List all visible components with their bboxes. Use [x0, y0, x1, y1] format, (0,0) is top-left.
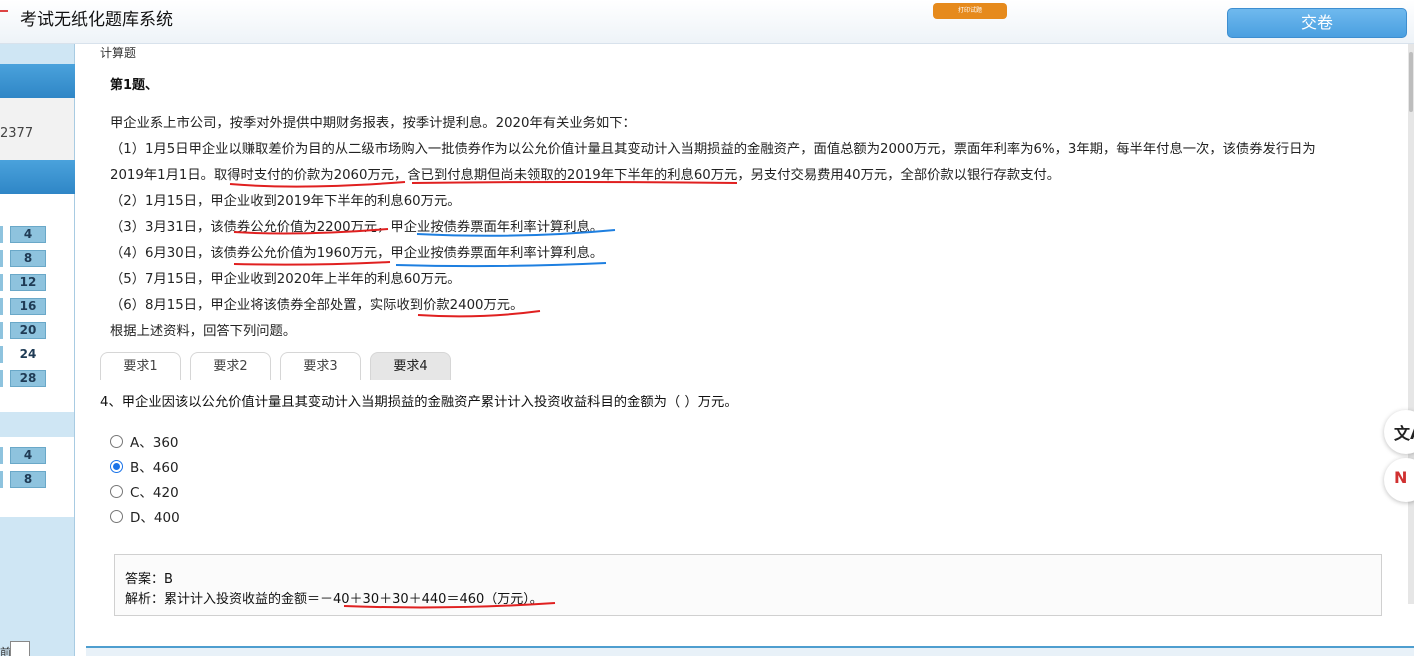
print-button[interactable]: 打印试题	[933, 3, 1007, 19]
question-number-edge	[0, 346, 3, 363]
question-number-button[interactable]: 24	[10, 346, 46, 363]
stem-line: （5）7月15日，甲企业收到2020年上半年的利息60万元。	[110, 272, 461, 287]
sidebar-section-bar	[0, 160, 75, 194]
option-c-radio[interactable]	[110, 484, 123, 498]
question-number-button[interactable]: 4	[10, 447, 46, 464]
option-a-label: A、360	[130, 435, 179, 451]
tab-requirement-4[interactable]: 要求4	[370, 352, 451, 380]
sidebar-header-bar	[0, 64, 75, 98]
question-number-button[interactable]: 4	[10, 226, 46, 243]
stem-line: （1）1月5日甲企业以赚取差价为目的从二级市场购入一批债券作为以公允价值计量且其…	[110, 142, 1316, 157]
question-number-edge	[0, 298, 3, 315]
question-nav-sidebar: 2377 4 8 12 16 20 24 28 48 前	[0, 44, 75, 656]
stem-line: （3）3月31日，该债券公允价值为2200万元，甲企业按债券票面年利率计算利息。	[110, 220, 604, 235]
app-title: 考试无纸化题库系统	[20, 10, 173, 30]
question-number-button[interactable]: 20	[10, 322, 46, 339]
red-underline	[233, 261, 391, 266]
question-number-edge	[0, 274, 3, 291]
question-number-edge	[0, 226, 3, 243]
question-number-button[interactable]: 12	[10, 274, 46, 291]
exam-id: 2377	[0, 126, 34, 141]
tab-requirement-1[interactable]: 要求1	[100, 352, 181, 380]
bottom-bar	[86, 646, 1414, 656]
question-number-edge	[0, 471, 3, 488]
tab-requirement-2[interactable]: 要求2	[190, 352, 271, 380]
option-b[interactable]: B、460	[110, 456, 179, 476]
tab-requirement-3[interactable]: 要求3	[280, 352, 361, 380]
stem-line: （2）1月15日，甲企业收到2019年下半年的利息60万元。	[110, 194, 461, 209]
question-number-button[interactable]: 28	[10, 370, 46, 387]
page-scrollbar[interactable]	[1408, 44, 1414, 604]
stem-line: 根据上述资料，回答下列问题。	[110, 324, 297, 339]
answer-text: 答案：B	[125, 572, 173, 587]
question-number-button[interactable]: 16	[10, 298, 46, 315]
stem-line: 甲企业系上市公司，按季对外提供中期财务报表，按季计提利息。2020年有关业务如下…	[110, 116, 636, 131]
question-number-edge	[0, 370, 3, 387]
stem-line: （4）6月30日，该债券公允价值为1960万元，甲企业按债券票面年利率计算利息。	[110, 246, 604, 261]
translate-icon: 文A	[1394, 424, 1414, 443]
question-number-edge	[0, 447, 3, 464]
option-c-label: C、420	[130, 485, 179, 501]
section-title: 计算题	[100, 46, 137, 60]
option-a-radio[interactable]	[110, 434, 123, 448]
option-d[interactable]: D、400	[110, 506, 180, 526]
question-number-button[interactable]: 8	[10, 471, 46, 488]
option-b-label: B、460	[130, 460, 179, 476]
option-c[interactable]: C、420	[110, 481, 179, 501]
answer-analysis-box: 答案：B 解析：累计计入投资收益的金额＝－40＋30＋30＋440＝460（万元…	[114, 554, 1382, 616]
tool-float-button[interactable]: N	[1384, 458, 1414, 502]
analysis-text: 解析：累计计入投资收益的金额＝－40＋30＋30＋440＝460（万元）。	[125, 592, 543, 607]
logo-mark	[0, 10, 8, 12]
page-scrollbar-thumb[interactable]	[1409, 52, 1413, 112]
option-d-label: D、400	[130, 510, 180, 526]
stem-line: （6）8月15日，甲企业将该债券全部处置，实际收到价款2400万元。	[110, 298, 524, 313]
question-number-edge	[0, 250, 3, 267]
question-number-button[interactable]: 8	[10, 250, 46, 267]
network-tool-icon: N	[1394, 468, 1408, 487]
blue-underline	[395, 262, 607, 268]
stem-line: 2019年1月1日。取得时支付的价款为2060万元，含已到付息期但尚未领取的20…	[110, 168, 1061, 183]
option-d-radio[interactable]	[110, 509, 123, 523]
question-number-edge	[0, 322, 3, 339]
question-title: 第1题、	[110, 78, 159, 93]
option-b-radio[interactable]	[110, 459, 123, 473]
question-text: 4、甲企业因该以公允价值计量且其变动计入当期损益的金融资产累计计入投资收益科目的…	[100, 395, 738, 410]
app-header: 考试无纸化题库系统 打印试题 交卷	[0, 0, 1414, 44]
sidebar-footer-checkbox[interactable]	[10, 641, 30, 656]
submit-exam-button[interactable]: 交卷	[1227, 8, 1407, 38]
option-a[interactable]: A、360	[110, 431, 179, 451]
translate-float-button[interactable]: 文A	[1384, 410, 1414, 454]
